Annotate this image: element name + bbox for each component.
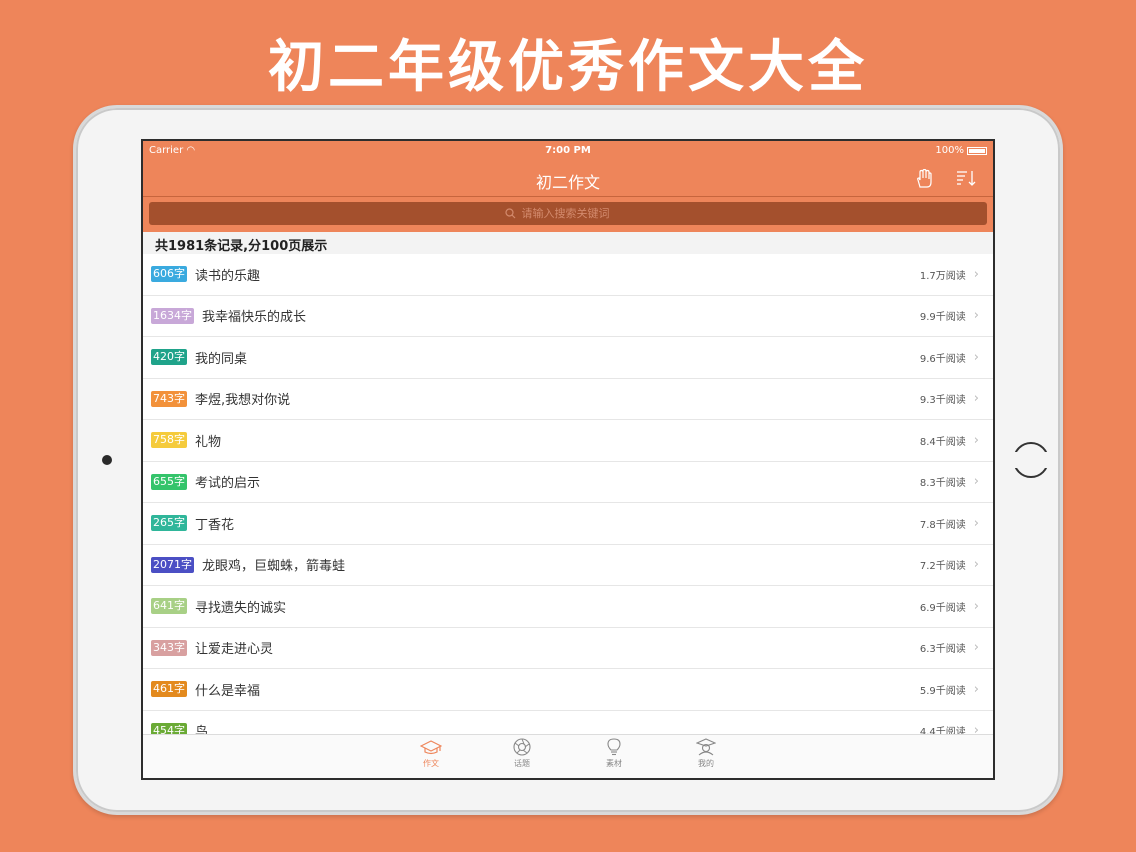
camera-dot (102, 455, 112, 465)
word-count-badge: 758字 (151, 432, 187, 449)
chevron-right-icon: › (973, 308, 979, 324)
read-count: 8.4千阅读 (919, 436, 966, 448)
tab-label: 我的 (698, 759, 714, 768)
essay-title: 丁香花 (195, 517, 235, 533)
status-battery: 100% (935, 145, 987, 156)
word-count-badge: 641字 (151, 598, 187, 615)
read-count: 9.3千阅读 (919, 395, 966, 407)
chevron-right-icon: › (973, 474, 979, 490)
list-item[interactable]: 343字 让爱走进心灵 6.3千阅读 › (143, 628, 993, 669)
tab-label: 素材 (606, 759, 622, 768)
word-count-badge: 461字 (151, 681, 187, 698)
read-count: 6.3千阅读 (919, 644, 966, 656)
aperture-icon (513, 738, 531, 756)
tab-profile[interactable]: 我的 (686, 738, 726, 769)
tab-essays[interactable]: 作文 (411, 738, 451, 769)
word-count-badge: 606字 (151, 266, 187, 283)
list-item[interactable]: 461字 什么是幸福 5.9千阅读 › (143, 669, 993, 711)
status-time: 7:00 PM (545, 145, 591, 156)
app-screen: Carrier ◠ 7:00 PM 100% 初二作文 请输入搜索关键词 共19… (141, 139, 995, 780)
list-item[interactable]: 2071字 龙眼鸡，巨蜘蛛，箭毒蛙 7.2千阅读 › (143, 545, 993, 586)
list-item[interactable]: 641字 寻找遗失的诚实 6.9千阅读 › (143, 586, 993, 628)
read-count: 7.8千阅读 (919, 519, 966, 531)
tab-bar: 作文 话题 素材 我的 (143, 734, 993, 778)
chevron-right-icon: › (973, 598, 979, 614)
read-count: 5.9千阅读 (919, 685, 966, 697)
essay-title: 李煜,我想对你说 (195, 393, 291, 409)
search-icon (504, 204, 516, 223)
chevron-right-icon: › (973, 391, 979, 407)
essay-title: 我幸福快乐的成长 (202, 310, 307, 326)
tab-label: 作文 (423, 759, 439, 768)
essay-title: 我的同桌 (195, 351, 248, 367)
chevron-right-icon: › (973, 640, 979, 656)
search-input[interactable] (521, 207, 632, 220)
graduation-cap-icon (420, 740, 442, 755)
hand-icon[interactable] (915, 168, 937, 189)
battery-label: 100% (935, 145, 964, 156)
word-count-badge: 743字 (151, 390, 187, 407)
word-count-badge: 265字 (151, 515, 187, 532)
sort-icon[interactable] (955, 169, 977, 189)
chevron-right-icon: › (973, 266, 979, 282)
essay-title: 礼物 (195, 434, 222, 450)
read-count: 7.2千阅读 (919, 561, 966, 573)
read-count: 1.7万阅读 (919, 270, 966, 282)
list-item[interactable]: 758字 礼物 8.4千阅读 › (143, 420, 993, 462)
essay-title: 让爱走进心灵 (195, 642, 274, 658)
word-count-badge: 420字 (151, 349, 187, 366)
lightbulb-icon (607, 738, 621, 756)
chevron-right-icon: › (973, 349, 979, 365)
chevron-right-icon: › (973, 557, 979, 573)
record-summary: 共1981条记录,分100页展示 (143, 232, 993, 254)
battery-icon (967, 146, 987, 155)
list-item[interactable]: 655字 考试的启示 8.3千阅读 › (143, 462, 993, 503)
read-count: 6.9千阅读 (919, 602, 966, 614)
tab-topics[interactable]: 话题 (502, 738, 542, 769)
read-count: 9.6千阅读 (919, 353, 966, 365)
chevron-right-icon: › (973, 681, 979, 697)
read-count: 9.9千阅读 (919, 312, 966, 324)
essay-title: 龙眼鸡，巨蜘蛛，箭毒蛙 (202, 559, 346, 575)
chevron-right-icon: › (973, 432, 979, 448)
word-count-badge: 2071字 (151, 556, 194, 573)
page-title: 初二作文 (535, 173, 600, 192)
word-count-badge: 1634字 (151, 307, 194, 324)
home-button[interactable] (1011, 442, 1051, 478)
search-area (143, 197, 993, 232)
tab-label: 话题 (514, 759, 530, 768)
word-count-badge: 343字 (151, 639, 187, 656)
search-box[interactable] (149, 202, 987, 225)
essay-title: 什么是幸福 (195, 683, 261, 699)
navigation-bar: 初二作文 (143, 161, 993, 197)
essay-title: 寻找遗失的诚实 (195, 600, 287, 616)
user-icon (696, 738, 716, 756)
essay-list: 606字 读书的乐趣 1.7万阅读 › 1634字 我幸福快乐的成长 9.9千阅读 › 420字… (143, 254, 993, 738)
tab-materials[interactable]: 素材 (594, 738, 634, 769)
list-item[interactable]: 1634字 我幸福快乐的成长 9.9千阅读 › (143, 296, 993, 337)
word-count-badge: 655字 (151, 473, 187, 490)
read-count: 8.3千阅读 (919, 478, 966, 490)
list-item[interactable]: 420字 我的同桌 9.6千阅读 › (143, 337, 993, 379)
essay-title: 考试的启示 (195, 476, 261, 492)
chevron-right-icon: › (973, 515, 979, 531)
list-item[interactable]: 743字 李煜,我想对你说 9.3千阅读 › (143, 379, 993, 420)
status-bar: Carrier ◠ 7:00 PM 100% (143, 141, 993, 161)
list-item[interactable]: 606字 读书的乐趣 1.7万阅读 › (143, 254, 993, 296)
list-item[interactable]: 265字 丁香花 7.8千阅读 › (143, 503, 993, 545)
essay-title: 读书的乐趣 (195, 268, 261, 284)
promo-title: 初二年级优秀作文大全 (268, 35, 868, 100)
